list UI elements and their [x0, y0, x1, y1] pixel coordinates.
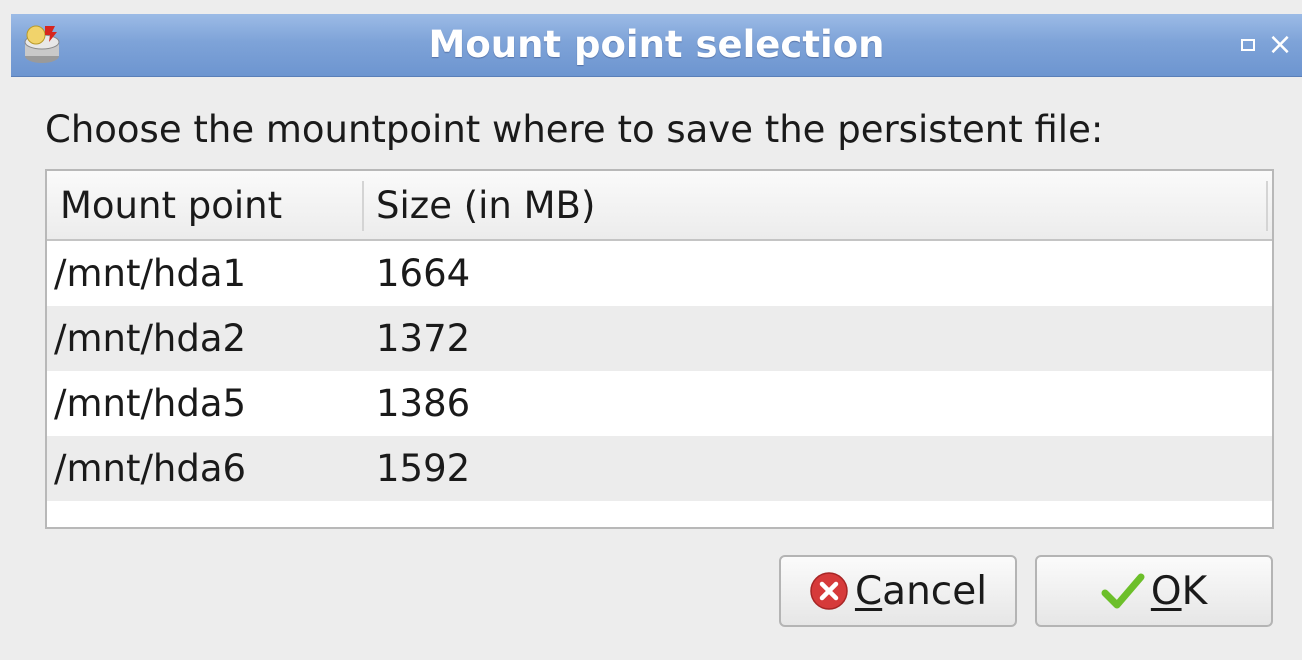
ok-button[interactable]: OK — [1035, 555, 1273, 627]
size-cell: 1592 — [376, 447, 471, 490]
window-title: Mount point selection — [428, 23, 885, 66]
size-cell: 1664 — [376, 252, 471, 295]
ok-label-rest: K — [1181, 568, 1208, 614]
mountpoint-list[interactable]: Mount point Size (in MB) /mnt/hda1 1664 … — [45, 169, 1274, 529]
list-row[interactable]: /mnt/hda2 1372 — [47, 306, 1272, 371]
column-header-size[interactable]: Size (in MB) — [376, 171, 595, 239]
maximize-button[interactable] — [1237, 34, 1259, 56]
mount-point-cell: /mnt/hda5 — [54, 382, 247, 425]
title-bar[interactable]: Mount point selection × — [11, 14, 1302, 77]
dialog-window: Mount point selection × Choose the mount… — [0, 0, 1302, 660]
ok-label: OK — [1151, 569, 1207, 614]
mount-point-cell: /mnt/hda6 — [54, 447, 247, 490]
list-row[interactable]: /mnt/hda1 1664 — [47, 241, 1272, 306]
cancel-button[interactable]: Cancel — [779, 555, 1017, 627]
ok-mnemonic: O — [1150, 568, 1182, 614]
size-cell: 1386 — [376, 382, 471, 425]
cancel-label: Cancel — [855, 569, 987, 614]
close-icon: × — [1267, 27, 1293, 62]
column-separator[interactable] — [362, 181, 364, 231]
cancel-label-rest: ancel — [882, 568, 988, 614]
cancel-icon — [809, 571, 849, 611]
check-icon — [1101, 571, 1145, 611]
mount-point-cell: /mnt/hda2 — [54, 317, 247, 360]
list-row[interactable]: /mnt/hda5 1386 — [47, 371, 1272, 436]
list-row[interactable]: /mnt/hda6 1592 — [47, 436, 1272, 501]
close-button[interactable]: × — [1267, 27, 1293, 62]
column-header-mount-point[interactable]: Mount point — [60, 171, 282, 239]
column-separator[interactable] — [1266, 181, 1268, 231]
size-cell: 1372 — [376, 317, 471, 360]
list-header: Mount point Size (in MB) — [47, 171, 1272, 241]
prompt-label: Choose the mountpoint where to save the … — [45, 108, 1104, 151]
list-body: /mnt/hda1 1664 /mnt/hda2 1372 /mnt/hda5 … — [47, 241, 1272, 501]
mount-point-cell: /mnt/hda1 — [54, 252, 247, 295]
maximize-icon — [1241, 39, 1255, 51]
cancel-mnemonic: C — [854, 568, 883, 614]
